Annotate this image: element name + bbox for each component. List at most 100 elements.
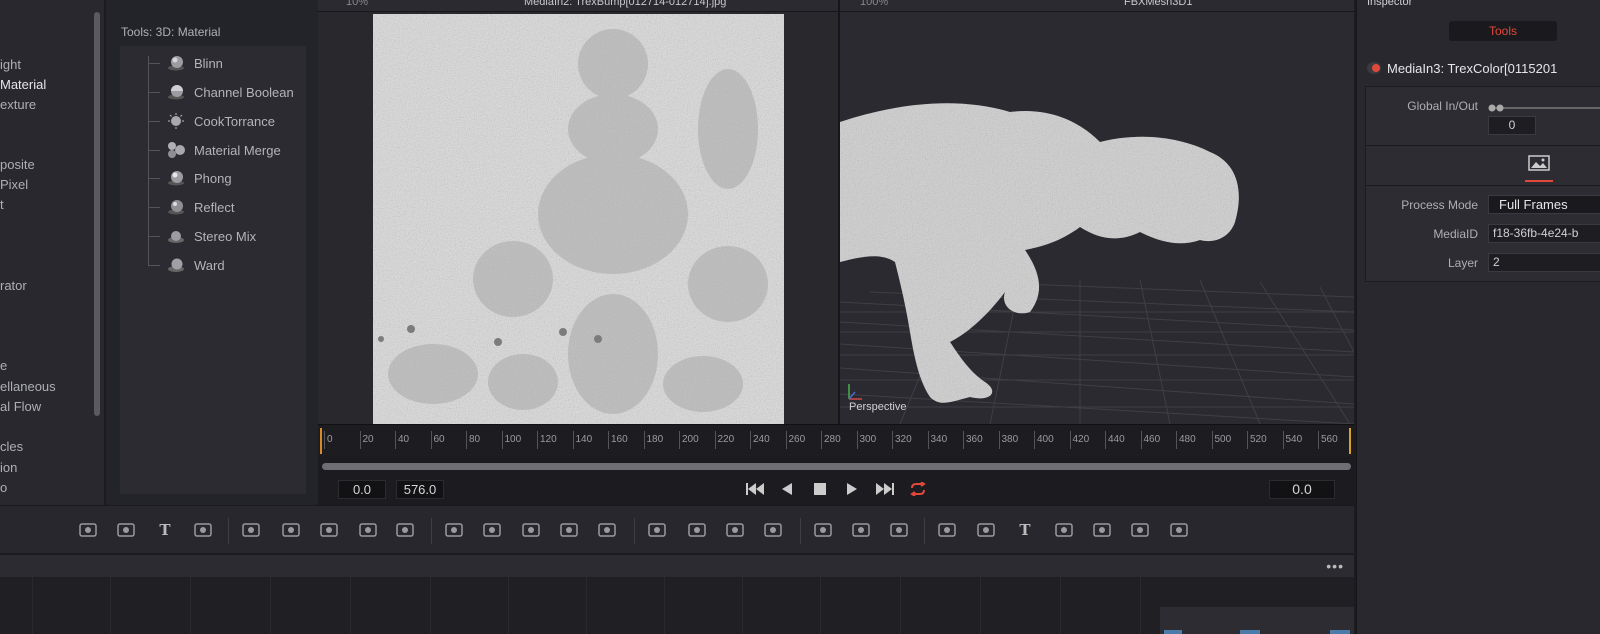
node-enable-toggle[interactable] bbox=[1367, 62, 1381, 74]
tool-item-cooktorrance[interactable]: CookTorrance bbox=[148, 111, 306, 131]
ruler-tick-label: 80 bbox=[469, 434, 481, 445]
play-icon[interactable] bbox=[841, 480, 863, 498]
bump-texture-image bbox=[373, 14, 784, 424]
bspline-mask-icon[interactable] bbox=[762, 519, 784, 541]
tool-item-stereo-mix[interactable]: Stereo Mix bbox=[148, 226, 306, 246]
tool-item-blinn[interactable]: Blinn bbox=[148, 53, 306, 73]
node-editor[interactable] bbox=[0, 577, 1354, 634]
tools-list: Blinn Channel Boolean CookTorrance Mater… bbox=[120, 46, 306, 494]
sphere-icon bbox=[166, 227, 186, 245]
transform-icon[interactable] bbox=[596, 519, 618, 541]
category-item[interactable]: e bbox=[0, 358, 7, 373]
channel-booleans-icon[interactable] bbox=[481, 519, 503, 541]
inspector-tools-tab[interactable]: Tools bbox=[1449, 21, 1557, 41]
pemitter-icon[interactable] bbox=[812, 519, 834, 541]
category-item[interactable]: ion bbox=[0, 460, 17, 475]
render-end-field[interactable]: 576.0 bbox=[396, 480, 444, 499]
spotlight-icon[interactable] bbox=[1168, 519, 1190, 541]
resize-icon[interactable] bbox=[558, 519, 580, 541]
time-ruler[interactable]: 0 20 40 60 80 100 120 140 160 180 200 220 240 260 280 3… bbox=[318, 424, 1354, 456]
skip-to-start-icon[interactable] bbox=[744, 480, 766, 498]
global-in-field[interactable]: 0 bbox=[1488, 116, 1536, 135]
media-id-field[interactable]: f18-36fb-4e24-b bbox=[1488, 224, 1600, 243]
node-minimap[interactable] bbox=[1160, 607, 1354, 634]
process-mode-select[interactable]: Full Frames bbox=[1488, 195, 1600, 214]
merge3d-icon[interactable] bbox=[975, 519, 997, 541]
ruler-tick-label: 320 bbox=[895, 434, 912, 445]
prender-icon[interactable] bbox=[850, 519, 872, 541]
tool-item-reflect[interactable]: Reflect bbox=[148, 197, 306, 217]
ruler-tick-label: 360 bbox=[966, 434, 983, 445]
inspector-node-title[interactable]: MediaIn3: TrexColor[0115201 bbox=[1387, 61, 1557, 76]
perspective-label[interactable]: Perspective bbox=[849, 401, 906, 413]
category-item[interactable]: ellaneous bbox=[0, 379, 56, 394]
tool-item-ward[interactable]: Ward bbox=[148, 255, 306, 275]
category-item[interactable]: ight bbox=[0, 57, 21, 72]
sphere-icon bbox=[166, 198, 186, 216]
category-item[interactable]: Pixel bbox=[0, 177, 28, 192]
ruler-tick bbox=[1247, 431, 1248, 449]
timeline-scrollbar[interactable] bbox=[322, 463, 1351, 470]
merge-icon[interactable] bbox=[443, 519, 465, 541]
matte-control-icon[interactable] bbox=[520, 519, 542, 541]
global-in-out-slider[interactable] bbox=[1488, 101, 1600, 112]
color-curves-icon[interactable] bbox=[318, 519, 340, 541]
background-icon[interactable] bbox=[77, 519, 99, 541]
ruler-tick-label: 0 bbox=[327, 434, 333, 445]
viewer1-header: 10% MediaIn2: TrexBump[012714-012714].jp… bbox=[318, 0, 838, 12]
color-gain-icon[interactable] bbox=[357, 519, 379, 541]
render-start-field[interactable]: 0.0 bbox=[338, 480, 386, 499]
renderer3d-icon[interactable] bbox=[1091, 519, 1113, 541]
loop-icon[interactable] bbox=[907, 480, 929, 498]
category-item[interactable]: o bbox=[0, 480, 7, 495]
color-corrector-icon[interactable] bbox=[394, 519, 416, 541]
ruler-tick-label: 180 bbox=[646, 434, 664, 445]
category-scrollbar[interactable] bbox=[94, 12, 100, 416]
rectangle-mask-icon[interactable] bbox=[646, 519, 668, 541]
skip-to-end-icon[interactable] bbox=[874, 480, 896, 498]
render-end-marker[interactable] bbox=[1349, 428, 1351, 454]
ruler-tick-label: 120 bbox=[540, 434, 557, 445]
sphere-icon bbox=[166, 169, 186, 187]
category-item-material[interactable]: Material bbox=[0, 77, 46, 92]
category-item[interactable]: posite bbox=[0, 157, 35, 172]
category-item[interactable]: al Flow bbox=[0, 399, 41, 414]
current-time-field[interactable]: 0.0 bbox=[1269, 480, 1335, 499]
tool-item-channel-boolean[interactable]: Channel Boolean bbox=[148, 82, 306, 102]
ruler-tick-label: 100 bbox=[504, 434, 522, 445]
image-plane3d-icon[interactable] bbox=[1129, 519, 1151, 541]
toolbar-separator bbox=[924, 518, 925, 544]
image-tab-icon[interactable] bbox=[1525, 155, 1553, 182]
category-item[interactable]: cles bbox=[0, 439, 23, 454]
category-item[interactable]: exture bbox=[0, 97, 36, 112]
camera3d-icon[interactable] bbox=[1053, 519, 1075, 541]
render-start-marker[interactable] bbox=[320, 428, 322, 454]
paint-icon[interactable] bbox=[192, 519, 214, 541]
step-back-icon[interactable] bbox=[776, 480, 798, 498]
ruler-tick bbox=[1069, 431, 1071, 449]
category-item[interactable]: rator bbox=[0, 278, 27, 293]
viewer-right[interactable]: Perspective bbox=[840, 12, 1354, 424]
tool-toolbar: TT bbox=[0, 505, 1354, 553]
bright-contrast-icon[interactable] bbox=[280, 519, 302, 541]
pmerge-icon[interactable] bbox=[888, 519, 910, 541]
ruler-tick bbox=[998, 431, 1000, 449]
viewer1-zoom[interactable]: 10% bbox=[346, 0, 368, 8]
tool-item-phong[interactable]: Phong bbox=[148, 168, 306, 188]
stop-icon[interactable] bbox=[809, 480, 831, 498]
image-plane-icon[interactable] bbox=[115, 519, 137, 541]
ruler-tick-label: 400 bbox=[1037, 434, 1054, 445]
text3d-icon[interactable]: T bbox=[1014, 519, 1036, 541]
viewer-left[interactable] bbox=[318, 12, 838, 424]
polygon-mask-icon[interactable] bbox=[724, 519, 746, 541]
particles-icon[interactable] bbox=[240, 519, 262, 541]
more-options-icon[interactable]: ••• bbox=[1326, 558, 1344, 574]
viewer2-zoom[interactable]: 100% bbox=[860, 0, 888, 8]
ellipse-mask-icon[interactable] bbox=[686, 519, 708, 541]
layer-field[interactable]: 2 bbox=[1488, 253, 1600, 272]
text-icon[interactable]: T bbox=[154, 519, 176, 541]
ruler-tick bbox=[821, 431, 822, 449]
shape3d-icon[interactable] bbox=[936, 519, 958, 541]
tool-item-material-merge[interactable]: Material Merge bbox=[148, 140, 306, 160]
category-item[interactable]: t bbox=[0, 197, 4, 212]
